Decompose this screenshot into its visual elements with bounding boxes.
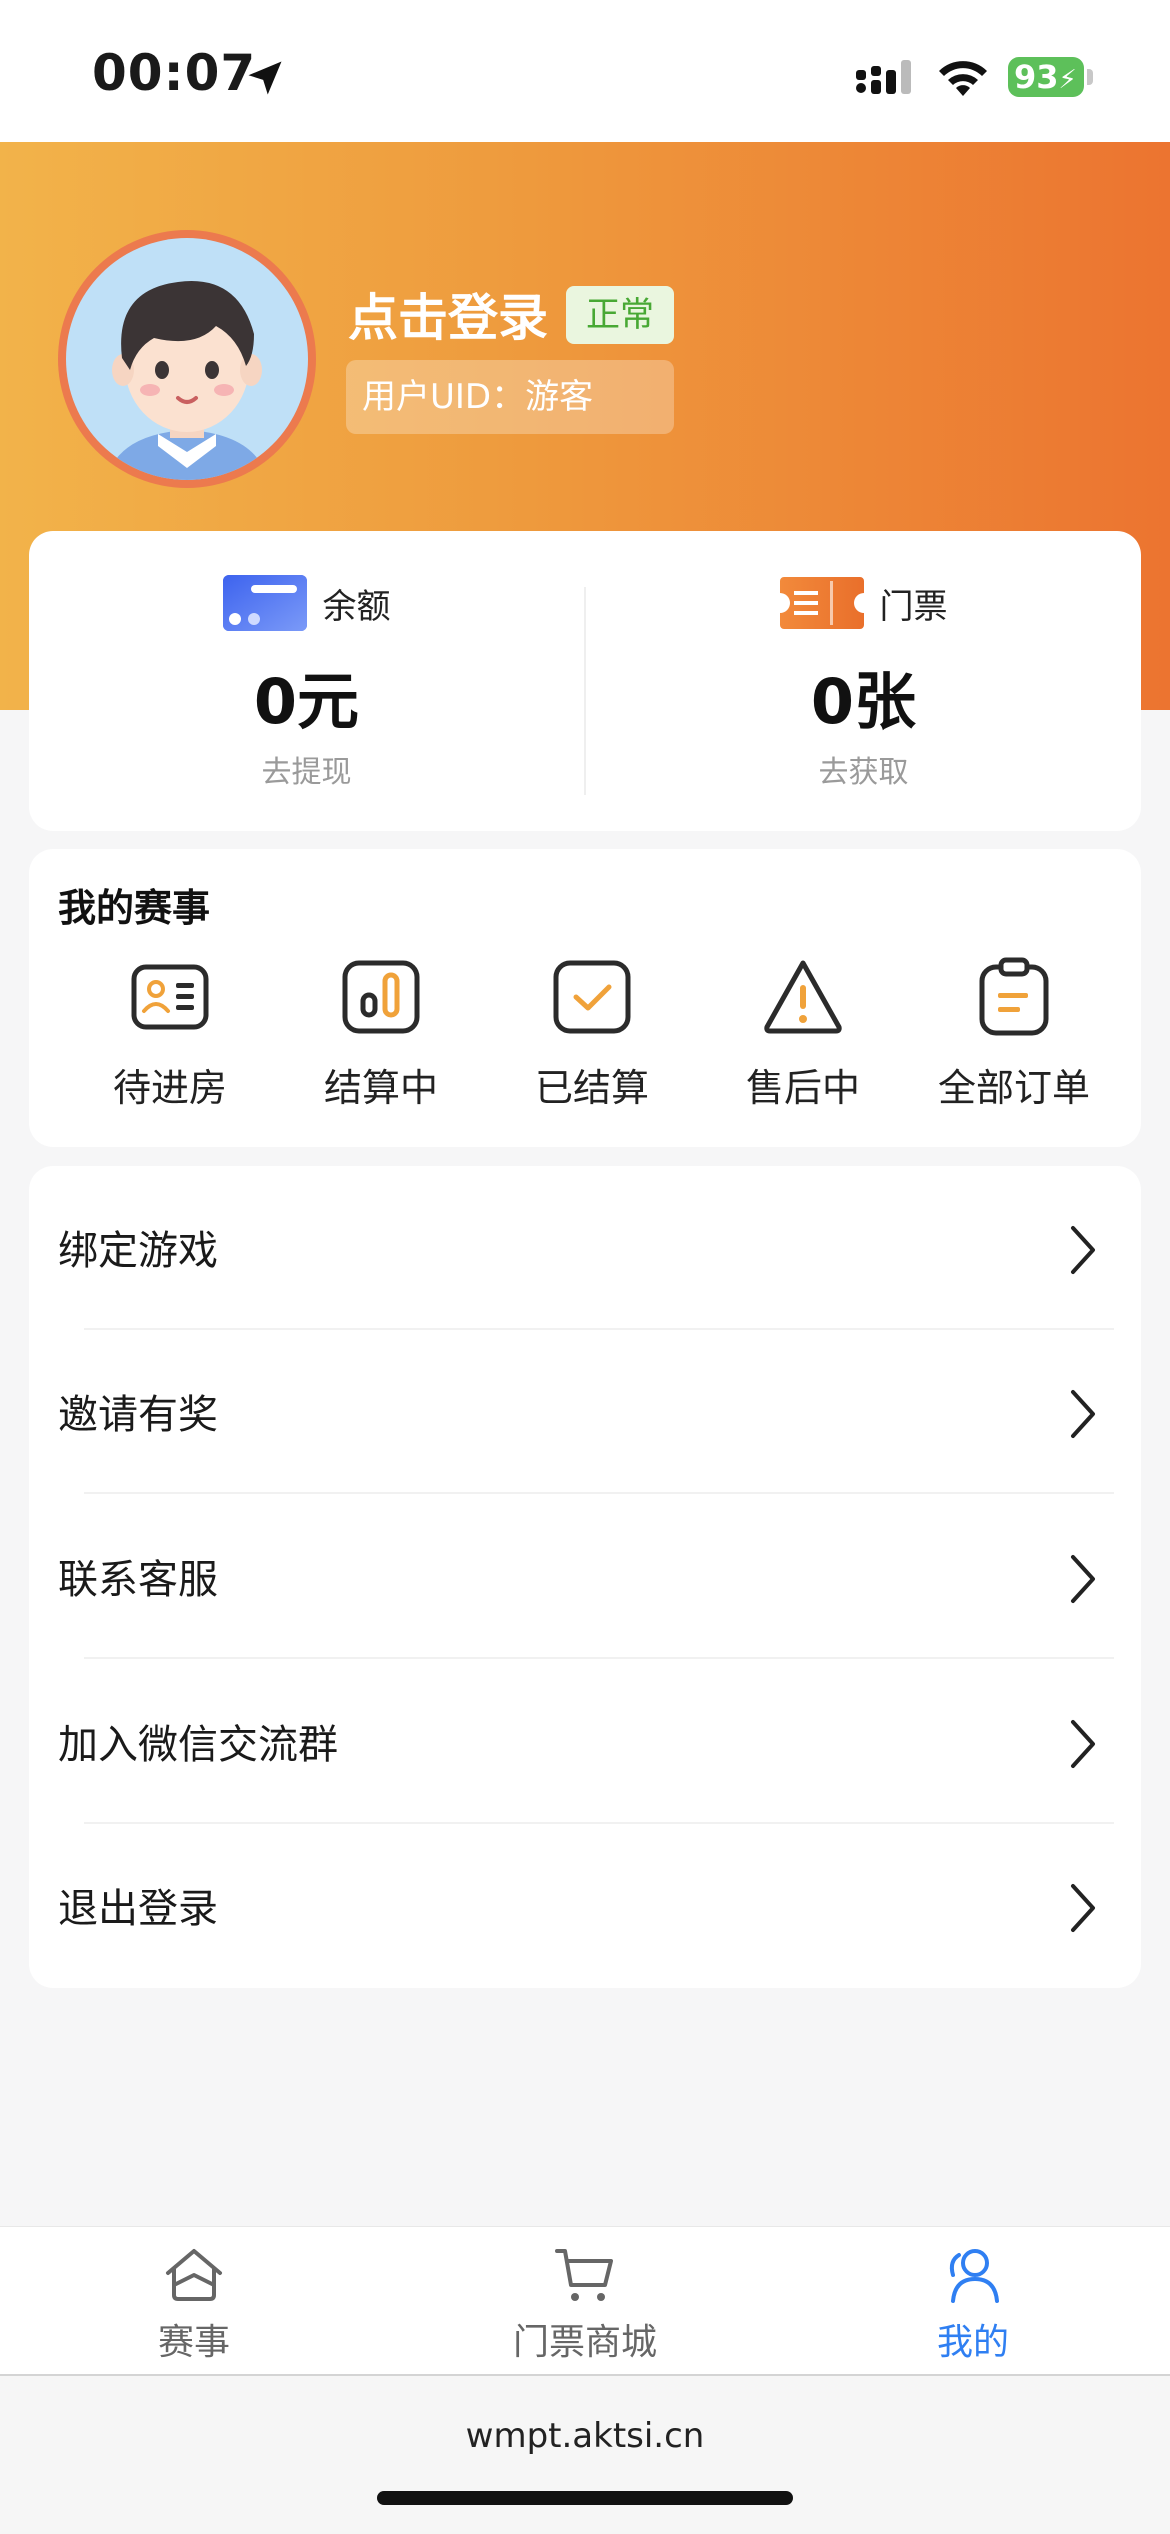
chevron-right-icon	[1071, 1884, 1095, 1932]
id-card-icon	[131, 964, 209, 1030]
battery-cap	[1087, 69, 1093, 85]
check-box-icon	[553, 960, 631, 1034]
event-status-aftersale[interactable]: 售后中	[698, 957, 908, 1127]
menu-item-label: 绑定游戏	[58, 1228, 218, 1274]
chevron-right-icon	[1071, 1720, 1095, 1768]
avatar-boy-icon	[106, 281, 268, 480]
event-status-settling[interactable]: 结算中	[276, 957, 486, 1127]
cellular-signal-icon	[856, 60, 911, 94]
menu-item-invite[interactable]: 邀请有奖	[29, 1330, 1141, 1494]
tab-label: 门票商城	[512, 2322, 657, 2363]
battery-icon: 93⚡	[1008, 57, 1084, 97]
tab-ticket-store[interactable]: 门票商城	[435, 2245, 735, 2365]
event-status-settled[interactable]: 已结算	[487, 957, 697, 1127]
ticket-icon	[779, 577, 864, 629]
tab-label: 我的	[936, 2322, 1009, 2363]
tab-bar: 赛事 门票商城 我的	[0, 2226, 1170, 2375]
menu-item-label: 加入微信交流群	[58, 1722, 338, 1768]
tickets-value: 0张	[810, 665, 917, 738]
menu-item-customer-service[interactable]: 联系客服	[29, 1495, 1141, 1659]
browser-url-bar[interactable]: wmpt.aktsi.cn	[0, 2374, 1170, 2534]
chevron-right-icon	[1071, 1226, 1095, 1274]
event-status-pending[interactable]: 待进房	[65, 957, 275, 1127]
menu-item-wechat-group[interactable]: 加入微信交流群	[29, 1660, 1141, 1824]
menu-item-label: 退出登录	[58, 1886, 218, 1932]
wifi-icon	[939, 61, 987, 96]
status-bar: 00:07 93⚡	[0, 0, 1170, 142]
status-time: 00:07	[92, 44, 257, 102]
wallet-card-icon	[222, 575, 307, 631]
menu-item-label: 邀请有奖	[58, 1392, 218, 1438]
user-uid: 用户UID：游客	[346, 360, 674, 434]
battery-level: 93	[1014, 58, 1059, 96]
withdraw-link[interactable]: 去提现	[29, 747, 584, 791]
cart-icon	[555, 2249, 613, 2301]
user-icon	[949, 2249, 999, 2303]
tickets-label: 门票	[879, 586, 948, 627]
menu-divider	[84, 1492, 1114, 1494]
progress-icon	[342, 960, 420, 1034]
location-arrow-icon	[248, 61, 282, 95]
warning-icon	[764, 960, 842, 1034]
balance-label: 余额	[322, 586, 391, 627]
get-tickets-link[interactable]: 去获取	[586, 747, 1141, 791]
wallet-card: 余额 0元 去提现 门票 0张 去获取	[29, 531, 1141, 831]
menu-item-label: 联系客服	[58, 1557, 218, 1603]
settings-menu: 绑定游戏 邀请有奖 联系客服 加入微信交流群 退出登录	[29, 1166, 1141, 1988]
menu-divider	[84, 1657, 1114, 1659]
menu-item-bind-game[interactable]: 绑定游戏	[29, 1166, 1141, 1330]
status-badge: 正常	[566, 286, 674, 344]
menu-item-logout[interactable]: 退出登录	[29, 1824, 1141, 1988]
url-text: wmpt.aktsi.cn	[465, 2416, 705, 2456]
tickets-stat[interactable]: 门票 0张 去获取	[586, 531, 1141, 831]
my-events-card: 我的赛事 待进房 结算中 已结算 售后中 全部订单	[29, 849, 1141, 1147]
login-link[interactable]: 点击登录	[348, 278, 548, 350]
tab-events[interactable]: 赛事	[44, 2245, 344, 2365]
clipboard-icon	[979, 957, 1049, 1036]
event-status-label: 全部订单	[937, 1066, 1090, 1110]
event-status-label: 结算中	[323, 1066, 438, 1110]
event-status-all-orders[interactable]: 全部订单	[909, 957, 1119, 1127]
my-events-title: 我的赛事	[58, 886, 211, 930]
tab-label: 赛事	[157, 2322, 230, 2363]
event-status-label: 已结算	[534, 1066, 649, 1110]
chevron-right-icon	[1071, 1555, 1095, 1603]
avatar[interactable]	[58, 230, 316, 488]
event-status-label: 售后中	[745, 1066, 860, 1110]
balance-value: 0元	[253, 665, 360, 738]
home-icon	[166, 2249, 222, 2301]
event-status-label: 待进房	[112, 1066, 227, 1110]
chevron-right-icon	[1071, 1390, 1095, 1438]
balance-stat[interactable]: 余额 0元 去提现	[29, 531, 584, 831]
home-indicator[interactable]	[377, 2491, 793, 2505]
tab-mine[interactable]: 我的	[823, 2245, 1123, 2365]
